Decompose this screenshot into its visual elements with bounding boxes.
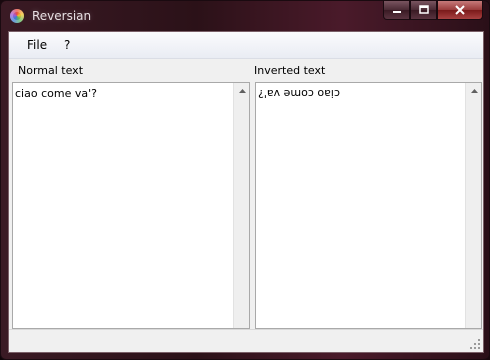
minimize-icon — [392, 11, 401, 13]
minimize-button[interactable] — [383, 1, 410, 20]
normal-text-area[interactable]: ciao come va'? — [12, 82, 250, 329]
reversian-window: Reversian File ? Normal text Inverted te… — [0, 0, 490, 360]
close-button[interactable] — [437, 1, 483, 20]
status-bar — [9, 329, 483, 352]
client-area: File ? Normal text Inverted text ciao co… — [8, 31, 484, 353]
title-bar[interactable]: Reversian — [1, 1, 489, 31]
maximize-button[interactable] — [410, 1, 437, 20]
menu-bar: File ? — [9, 32, 483, 59]
normal-text-scrollbar[interactable] — [233, 83, 249, 328]
resize-grip-icon[interactable] — [470, 339, 481, 350]
scroll-up-button[interactable] — [466, 83, 481, 99]
close-icon — [455, 5, 465, 15]
normal-text-label: Normal text — [18, 64, 84, 77]
inverted-text-content: ciao come va'? — [258, 87, 340, 100]
caption-buttons — [383, 1, 483, 21]
normal-text-content: ciao come va'? — [15, 87, 97, 100]
inverted-text-area[interactable]: ciao come va'? — [255, 82, 482, 329]
app-color-wheel-icon — [10, 9, 24, 23]
menu-help[interactable]: ? — [64, 38, 70, 52]
scroll-up-arrow-icon — [238, 88, 246, 93]
scroll-up-button[interactable] — [234, 83, 249, 99]
menu-file[interactable]: File — [27, 38, 47, 52]
window-title: Reversian — [32, 9, 92, 23]
scroll-up-arrow-icon — [470, 88, 478, 93]
maximize-icon — [418, 5, 429, 14]
inverted-text-label: Inverted text — [254, 64, 326, 77]
inverted-text-scrollbar[interactable] — [465, 83, 481, 328]
